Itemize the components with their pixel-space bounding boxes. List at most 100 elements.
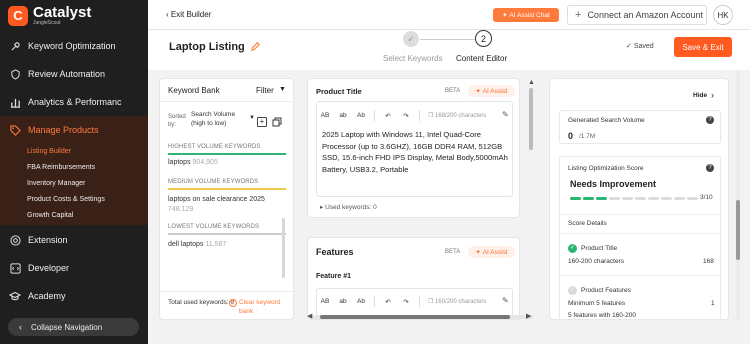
keyword-volume: 11,587 — [205, 241, 227, 248]
score-progress-segment — [609, 197, 620, 200]
divider — [560, 275, 720, 276]
sidebar-item-label: Analytics & Performanc — [28, 97, 122, 107]
right-panel-scrollbar[interactable] — [736, 70, 740, 320]
top-bar: ‹ Exit Builder ✦ AI Assist Chat + Connect… — [148, 0, 750, 30]
sparkle-icon: ✦ — [475, 88, 483, 95]
step-select-keywords-label[interactable]: Select Keywords — [383, 54, 443, 63]
keyword-bank-title: Keyword Bank — [168, 86, 220, 95]
step-content-editor-label[interactable]: Content Editor — [456, 54, 507, 63]
info-icon[interactable]: ? — [706, 164, 714, 172]
sidebar-item-academy[interactable]: Academy — [0, 282, 148, 310]
step-content-editor-number[interactable]: 2 — [475, 30, 492, 47]
exit-builder-label: Exit Builder — [170, 10, 212, 19]
avatar[interactable]: HK — [713, 5, 733, 25]
copy-icon[interactable]: ❐ — [428, 299, 435, 305]
keyword-item[interactable]: dell laptops 11,587 — [168, 240, 226, 250]
titlecase-button[interactable]: Ab — [352, 298, 370, 305]
connect-amazon-button[interactable]: + Connect an Amazon Account — [567, 5, 707, 25]
undo-icon[interactable]: ↶ — [379, 112, 397, 120]
edit-pen-icon[interactable]: ✎ — [502, 110, 509, 119]
caret-down-icon[interactable]: ▼ — [279, 86, 286, 93]
lowercase-button[interactable]: ab — [334, 112, 352, 119]
add-keyword-icon[interactable]: + — [257, 117, 267, 127]
copy-icon[interactable] — [272, 117, 282, 127]
sidebar-item-label: Extension — [28, 235, 68, 245]
right-panel-scroll-thumb[interactable] — [736, 200, 740, 260]
sidebar-item-review-automation[interactable]: Review Automation — [0, 60, 148, 88]
score-progress-segment — [687, 197, 698, 200]
ai-assist-button[interactable]: ✦ AI Assist — [468, 246, 515, 258]
sidebar-item-extension[interactable]: Extension — [0, 226, 148, 254]
scroll-left-icon[interactable]: ◀ — [307, 312, 312, 320]
scroll-right-icon[interactable]: ▶ — [526, 312, 531, 320]
lowercase-button[interactable]: ab — [334, 298, 352, 305]
ai-assist-chat-label: AI Assist Chat — [509, 11, 550, 19]
keyword-bank-panel: Keyword Bank Filter ▼ Sorted by: Search … — [159, 78, 295, 320]
redo-icon[interactable]: ↷ — [397, 298, 415, 306]
detail-label: Product Features — [581, 287, 631, 294]
uppercase-button[interactable]: AB — [316, 112, 334, 119]
sidebar-subitem-growth-capital[interactable]: Growth Capital — [27, 212, 73, 219]
detail-sub: Minimum 5 features — [568, 300, 626, 307]
keyword-bank-scrollbar[interactable] — [282, 218, 285, 278]
toolbar-divider — [374, 110, 375, 121]
chrome-icon — [9, 234, 21, 246]
scroll-up-icon[interactable]: ▲ — [528, 79, 535, 86]
edit-title-icon[interactable] — [250, 41, 261, 55]
hide-panel-button[interactable]: Hide — [693, 92, 707, 99]
keyword-item[interactable]: laptops on sale clearance 2025 748,129 — [168, 195, 286, 215]
info-icon[interactable]: ? — [706, 116, 714, 124]
uppercase-button[interactable]: AB — [316, 298, 334, 305]
sidebar-item-manage-products[interactable]: Manage Products — [0, 116, 148, 144]
search-volume-value: 0 — [568, 131, 574, 141]
redo-icon[interactable]: ↷ — [397, 112, 415, 120]
saved-status: ✓ Saved — [626, 42, 654, 50]
sidebar-item-keyword-optimization[interactable]: Keyword Optimization — [0, 32, 148, 60]
score-status: Needs Improvement — [570, 179, 657, 189]
undo-icon[interactable]: ↶ — [379, 298, 397, 306]
character-count: ❐ 168/200 characters — [428, 112, 486, 119]
sidebar-item-analytics[interactable]: Analytics & Performanc — [0, 88, 148, 116]
editor-horizontal-scroll-thumb[interactable] — [320, 315, 510, 319]
save-exit-button[interactable]: Save & Exit — [674, 37, 732, 57]
ai-assist-label: AI Assist — [482, 248, 508, 256]
used-keywords-toggle[interactable]: ▸ Used keywords: 0 — [320, 203, 377, 211]
copy-icon[interactable]: ❐ — [428, 113, 435, 119]
chevron-right-icon[interactable]: › — [711, 90, 714, 100]
product-title-text[interactable]: 2025 Laptop with Windows 11, Intel Quad-… — [322, 129, 512, 175]
sidebar-subitem-listing-builder[interactable]: Listing Builder — [27, 148, 71, 155]
keyword-item[interactable]: laptops 904,905 — [168, 158, 218, 168]
optimization-score-card: Listing Optimization Score ? Needs Impro… — [559, 156, 721, 320]
code-icon — [9, 262, 21, 274]
clear-keyword-bank-link[interactable]: Clear keyword bank — [239, 298, 293, 316]
ai-assist-button[interactable]: ✦ AI Assist — [468, 85, 515, 97]
filter-button[interactable]: Filter — [256, 86, 274, 95]
lowest-volume-heading: LOWEST VOLUME KEYWORDS — [168, 224, 260, 230]
character-count: ❐ 160/200 characters — [428, 298, 486, 305]
sidebar-subitem-fba-reimbursements[interactable]: FBA Reimbursements — [27, 164, 95, 171]
chevron-left-icon: ‹ — [19, 322, 22, 332]
collapse-navigation-button[interactable]: ‹ Collapse Navigation — [8, 318, 139, 336]
check-icon: ✓ — [626, 43, 634, 50]
edit-pen-icon[interactable]: ✎ — [502, 296, 509, 305]
sidebar: C Catalyst JungleScout Keyword Optimizat… — [0, 0, 148, 344]
sort-caret-icon[interactable]: ▼ — [249, 115, 255, 121]
sidebar-subitem-product-costs[interactable]: Product Costs & Settings — [27, 196, 105, 203]
logo[interactable]: C Catalyst JungleScout — [8, 5, 91, 26]
score-progress-segment — [596, 197, 607, 200]
step-select-keywords-check-icon[interactable]: ✓ — [403, 31, 419, 47]
highest-volume-bar — [168, 153, 286, 155]
exit-builder-link[interactable]: ‹ Exit Builder — [166, 10, 211, 19]
clear-icon[interactable]: × — [229, 299, 237, 307]
ai-assist-chat-button[interactable]: ✦ AI Assist Chat — [493, 8, 559, 22]
logo-mark-icon: C — [8, 5, 28, 26]
titlecase-button[interactable]: Ab — [352, 112, 370, 119]
editor-vertical-scrollbar[interactable] — [529, 88, 533, 150]
sidebar-subitem-inventory-manager[interactable]: Inventory Manager — [27, 180, 85, 187]
sort-select[interactable]: Search Volume (high to low) — [191, 110, 247, 128]
plus-icon: + — [575, 9, 582, 21]
sidebar-item-label: Academy — [28, 291, 66, 301]
sidebar-item-developer[interactable]: Developer — [0, 254, 148, 282]
page-title: Laptop Listing — [169, 41, 245, 53]
connect-amazon-label: Connect an Amazon Account — [587, 10, 704, 20]
